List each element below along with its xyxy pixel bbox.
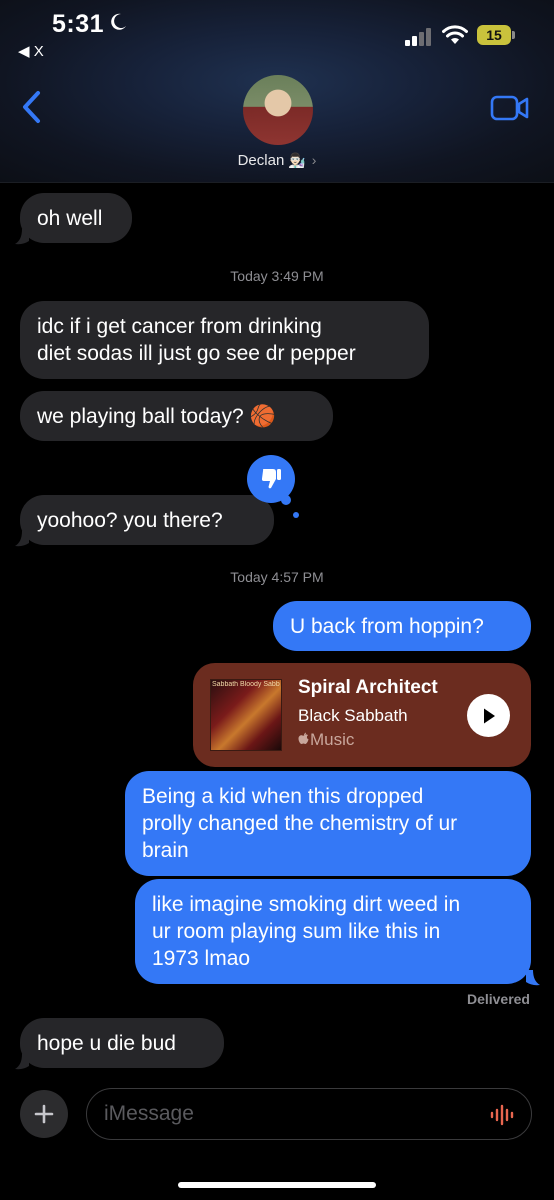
- message-text: hope u die bud: [37, 1031, 176, 1055]
- conversation-header: 5:31 ◀ X 15 Declan 👨🏻‍🔬 ›: [0, 0, 554, 183]
- battery-level: 15: [486, 27, 502, 43]
- message-line: idc if i get cancer from drinking: [37, 315, 322, 338]
- bubble-tail: [15, 531, 29, 547]
- chevron-right-icon: ›: [311, 152, 317, 168]
- moon-icon: [111, 13, 126, 30]
- home-indicator[interactable]: [178, 1182, 376, 1188]
- bubble-tail: [15, 1054, 29, 1070]
- message-bubble-outgoing[interactable]: like imagine smoking dirt weed in ur roo…: [135, 879, 531, 984]
- message-bubble-incoming[interactable]: we playing ball today? 🏀: [20, 391, 333, 441]
- delivered-status: Delivered: [466, 991, 530, 1007]
- message-bubble-outgoing[interactable]: U back from hoppin?: [273, 601, 531, 651]
- contact-name-button[interactable]: Declan 👨🏻‍🔬 ›: [0, 152, 554, 169]
- video-call-icon[interactable]: [490, 94, 530, 122]
- thumbs-down-icon: [261, 469, 281, 489]
- song-title: Spiral Architect: [298, 677, 438, 698]
- message-input[interactable]: iMessage: [86, 1088, 532, 1140]
- play-button[interactable]: [467, 694, 510, 737]
- message-line: brain: [142, 839, 189, 862]
- bubble-tail: [526, 970, 540, 986]
- timestamp-day: Today: [230, 569, 268, 585]
- message-text: oh well: [37, 206, 103, 230]
- timestamp-time: 4:57 PM: [271, 569, 324, 585]
- message-text: yoohoo? you there?: [37, 508, 223, 532]
- plus-icon: [34, 1104, 54, 1124]
- signal-icon: [405, 28, 431, 46]
- message-bubble-incoming[interactable]: oh well: [20, 193, 132, 243]
- message-bubble-incoming[interactable]: yoohoo? you there?: [20, 495, 274, 545]
- song-artist: Black Sabbath: [298, 706, 408, 725]
- contact-avatar[interactable]: [243, 75, 313, 145]
- status-time: 5:31: [52, 10, 105, 38]
- wifi-icon: [442, 25, 468, 44]
- apple-logo-icon: [298, 732, 309, 744]
- contact-name: Declan: [237, 152, 285, 169]
- album-art-title: Sabbath Bloody Sabbath: [212, 681, 280, 688]
- message-bubble-incoming[interactable]: idc if i get cancer from drinking diet s…: [20, 301, 429, 379]
- tapback-tail: [281, 495, 291, 505]
- message-bubble-outgoing[interactable]: Being a kid when this dropped prolly cha…: [125, 771, 531, 876]
- message-line: Being a kid when this dropped: [142, 785, 424, 808]
- song-source: Music: [298, 730, 354, 750]
- music-share-card[interactable]: Sabbath Bloody Sabbath Spiral Architect …: [193, 663, 531, 767]
- back-chevron-icon[interactable]: [20, 90, 44, 124]
- bubble-tail: [15, 229, 29, 245]
- message-line: like imagine smoking dirt weed in: [152, 893, 461, 916]
- message-line: diet sodas ill just go see dr pepper: [37, 342, 356, 365]
- message-text: U back from hoppin?: [290, 614, 484, 638]
- apps-plus-button[interactable]: [20, 1090, 68, 1138]
- battery-icon: 15: [477, 25, 515, 45]
- message-line: ur room playing sum like this in: [152, 920, 441, 943]
- message-bubble-incoming[interactable]: hope u die bud: [20, 1018, 224, 1068]
- message-input-placeholder: iMessage: [104, 1102, 194, 1125]
- timestamp-time: 3:49 PM: [271, 268, 324, 284]
- song-source-label: Music: [310, 730, 355, 749]
- timestamp: Today 3:49 PM: [0, 268, 554, 284]
- album-art: [210, 679, 282, 751]
- timestamp-day: Today: [230, 268, 268, 284]
- play-icon: [483, 708, 495, 723]
- contact-emoji: 👨🏻‍🔬: [288, 152, 306, 168]
- timestamp: Today 4:57 PM: [0, 569, 554, 585]
- message-text: we playing ball today? 🏀: [37, 404, 276, 428]
- message-line: 1973 lmao: [152, 947, 251, 970]
- message-line: prolly changed the chemistry of ur: [142, 812, 458, 835]
- tapback-tail: [293, 512, 299, 518]
- back-to-app-link[interactable]: ◀ X: [18, 42, 44, 60]
- audio-waveform-icon[interactable]: [489, 1103, 517, 1127]
